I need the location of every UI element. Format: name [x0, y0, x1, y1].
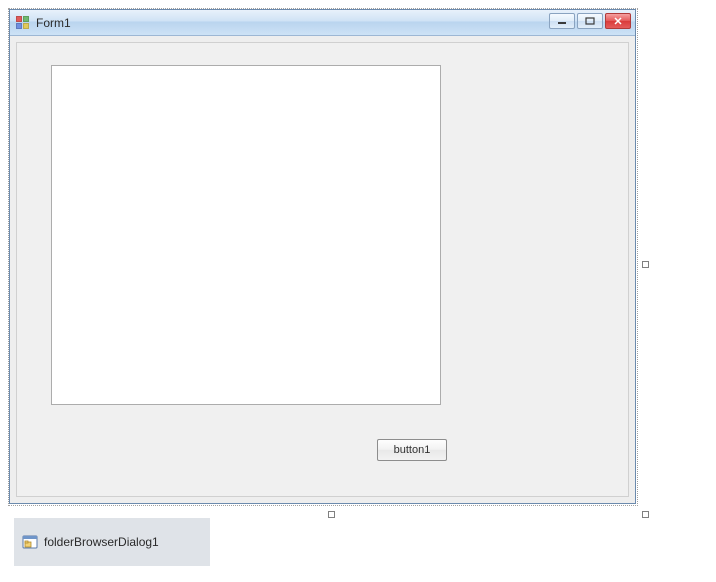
close-button[interactable] — [605, 13, 631, 29]
resize-handle-bottom[interactable] — [328, 511, 335, 518]
button1-control[interactable]: button1 — [377, 439, 447, 461]
minimize-button[interactable] — [549, 13, 575, 29]
minimize-icon — [557, 17, 567, 25]
designer-surface[interactable]: Form1 button1 — [8, 8, 638, 506]
close-icon — [613, 17, 623, 25]
form-window[interactable]: Form1 button1 — [9, 9, 636, 504]
component-tray[interactable]: folderBrowserDialog1 — [14, 518, 210, 566]
window-title: Form1 — [36, 16, 71, 30]
listbox-control[interactable] — [51, 65, 441, 405]
titlebar[interactable]: Form1 — [10, 10, 635, 36]
folder-browser-dialog-icon — [22, 534, 38, 550]
component-item-label: folderBrowserDialog1 — [44, 535, 159, 549]
maximize-icon — [585, 17, 595, 25]
window-controls — [549, 13, 631, 29]
maximize-button[interactable] — [577, 13, 603, 29]
form-client-area[interactable]: button1 — [16, 42, 629, 497]
app-icon — [16, 16, 30, 30]
resize-handle-right[interactable] — [642, 261, 649, 268]
resize-handle-corner[interactable] — [642, 511, 649, 518]
component-item-folderbrowserdialog[interactable]: folderBrowserDialog1 — [22, 534, 159, 550]
